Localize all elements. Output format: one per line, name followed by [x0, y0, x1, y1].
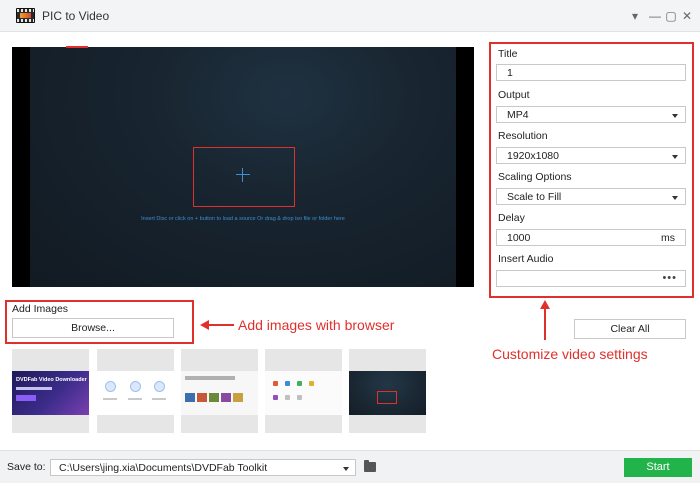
thumbnail-image — [181, 371, 258, 415]
more-icon[interactable]: ••• — [662, 272, 677, 284]
title-bar: PIC to Video ▾ — ▢ ✕ — [0, 0, 700, 32]
window-title: PIC to Video — [42, 9, 110, 23]
browse-button[interactable]: Browse... — [12, 318, 174, 338]
annotation-customize: Customize video settings — [492, 346, 648, 362]
output-select[interactable]: MP4 — [496, 106, 686, 123]
thumbnail-5[interactable] — [349, 349, 426, 433]
scaling-value: Scale to Fill — [507, 191, 562, 203]
save-path-select[interactable]: C:\Users\jing.xia\Documents\DVDFab Toolk… — [50, 459, 356, 476]
title-label: Title — [498, 48, 518, 60]
delay-unit: ms — [661, 232, 675, 244]
chevron-down-icon — [672, 155, 678, 159]
highlight-mark — [66, 46, 88, 48]
save-to-label: Save to: — [7, 461, 46, 473]
chevron-down-icon — [343, 467, 349, 471]
resolution-value: 1920x1080 — [507, 150, 559, 162]
thumbnail-image: DVDFab Video Downloader — [12, 371, 89, 415]
insert-audio-field[interactable]: ••• — [496, 270, 686, 287]
resolution-label: Resolution — [498, 130, 548, 142]
annotation-add-images: Add images with browser — [238, 317, 395, 333]
thumbnail-image — [265, 371, 342, 415]
resolution-select[interactable]: 1920x1080 — [496, 147, 686, 164]
scaling-select[interactable]: Scale to Fill — [496, 188, 686, 205]
thumbnail-4[interactable] — [265, 349, 342, 433]
preview-hint-text: Insert Disc or click on + button to load… — [141, 216, 345, 222]
output-label: Output — [498, 89, 530, 101]
delay-value: 1000 — [507, 232, 531, 244]
add-images-label: Add Images — [12, 303, 69, 315]
arrow-left-icon — [200, 319, 234, 331]
output-value: MP4 — [507, 109, 529, 121]
thumbnail-3[interactable] — [181, 349, 258, 433]
close-icon[interactable]: ✕ — [678, 7, 696, 25]
thumbnail-1[interactable]: DVDFab Video Downloader — [12, 349, 89, 433]
film-icon — [16, 8, 35, 23]
delay-label: Delay — [498, 212, 525, 224]
folder-icon[interactable] — [364, 460, 376, 472]
scaling-label: Scaling Options — [498, 171, 572, 183]
chevron-down-icon — [672, 196, 678, 200]
arrow-up-icon — [539, 300, 551, 340]
delay-input[interactable]: 1000 ms — [496, 229, 686, 246]
thumbnail-image — [97, 371, 174, 415]
clear-all-button[interactable]: Clear All — [574, 319, 686, 339]
save-path-value: C:\Users\jing.xia\Documents\DVDFab Toolk… — [59, 462, 268, 474]
thumbnail-2[interactable] — [97, 349, 174, 433]
start-button[interactable]: Start — [624, 458, 692, 477]
insert-audio-label: Insert Audio — [498, 253, 554, 265]
dropdown-menu-icon[interactable]: ▾ — [626, 7, 644, 25]
thumbnail-image — [349, 371, 426, 415]
plus-icon[interactable] — [236, 168, 250, 182]
title-value: 1 — [507, 67, 513, 79]
title-input[interactable]: 1 — [496, 64, 686, 81]
chevron-down-icon — [672, 114, 678, 118]
